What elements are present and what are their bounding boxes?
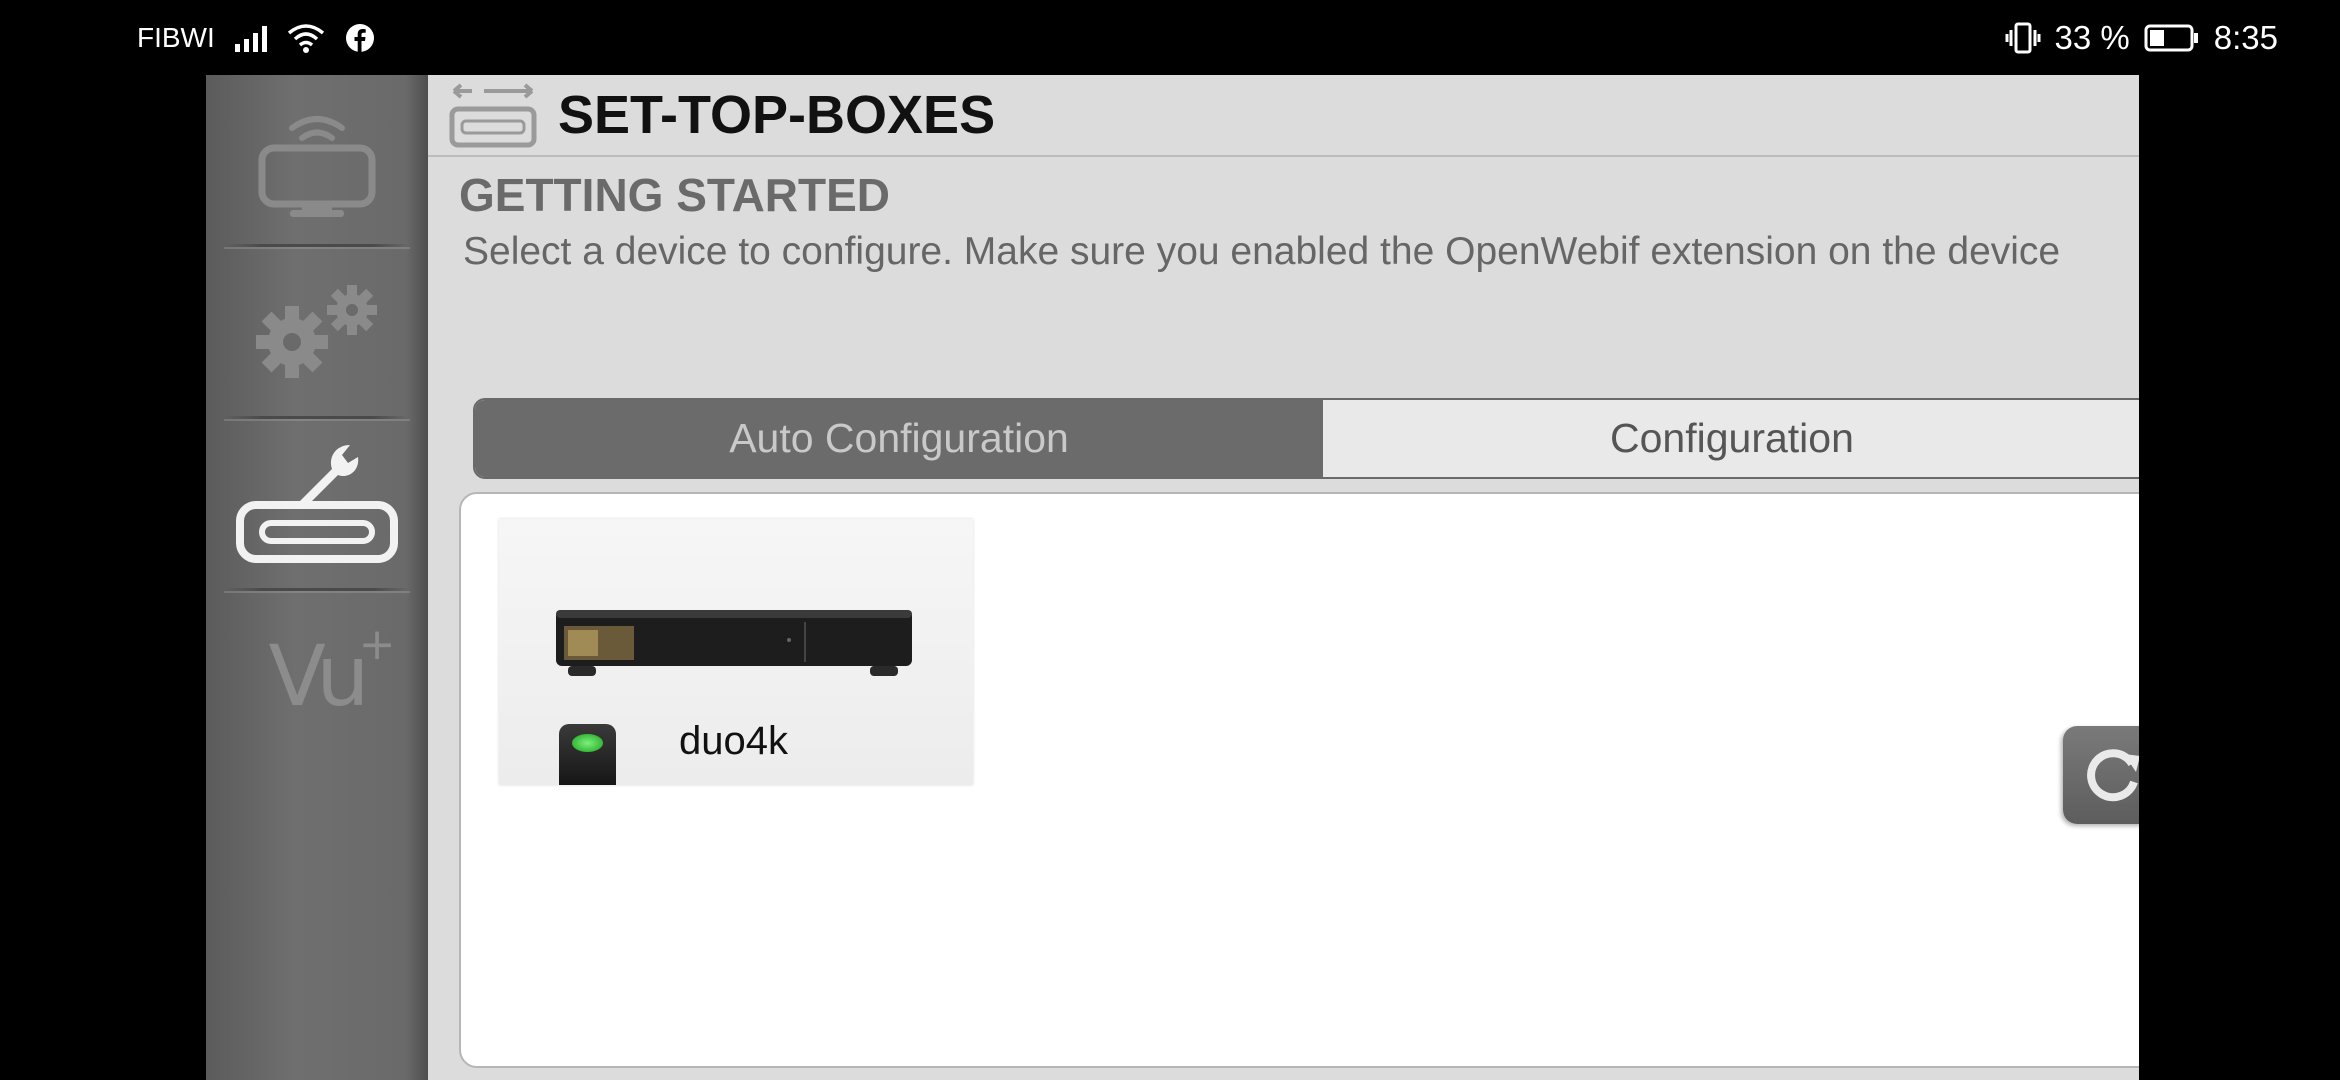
- main-content: SET-TOP-BOXES GETTING STARTED Select a d…: [428, 75, 2139, 1080]
- set-top-box-swap-icon: [449, 83, 537, 148]
- title-bar: SET-TOP-BOXES: [428, 75, 2139, 157]
- vu-logo-icon: Vu +: [268, 619, 396, 725]
- clock: 8:35: [2213, 18, 2278, 56]
- sidebar-item-vu-plus[interactable]: Vu +: [206, 591, 428, 761]
- set-top-box-image: [556, 610, 912, 676]
- section-title: GETTING STARTED: [459, 169, 891, 221]
- tab-auto-configuration[interactable]: Auto Configuration: [475, 400, 1323, 477]
- vibrate-icon: [2005, 22, 2041, 53]
- sidebar-item-remote[interactable]: [206, 75, 428, 245]
- tab-label: Auto Configuration: [729, 415, 1069, 461]
- refresh-button[interactable]: [2063, 726, 2139, 824]
- signal-icon: [234, 24, 267, 52]
- instruction-text: Select a device to configure. Make sure …: [463, 230, 2061, 273]
- sidebar-item-set-top-boxes[interactable]: [206, 419, 428, 589]
- config-tabs: Auto Configuration Configuration: [473, 398, 2139, 479]
- gears-icon: [256, 285, 377, 378]
- app-window: Vu + SET-TOP-BOXES GETTING STARTED Select…: [206, 75, 2139, 1080]
- tab-label: Configuration: [1610, 415, 1854, 461]
- tab-configuration[interactable]: Configuration: [1323, 400, 2139, 477]
- status-left: FIBWI: [137, 0, 375, 75]
- sidebar-item-settings[interactable]: [206, 247, 428, 417]
- device-status-indicator: [559, 724, 616, 785]
- status-right: 33 % 8:35: [2005, 0, 2278, 75]
- sidebar: Vu +: [206, 75, 428, 1080]
- facebook-icon: [345, 23, 374, 52]
- status-bar: FIBWI 33 % 8:35: [0, 0, 2340, 75]
- device-list-panel: duo4k: [459, 492, 2139, 1068]
- battery-percent: 33 %: [2054, 18, 2130, 56]
- device-card[interactable]: duo4k: [499, 519, 973, 785]
- refresh-icon: [2087, 749, 2139, 802]
- device-name: duo4k: [679, 719, 788, 763]
- tv-wifi-icon: [258, 116, 376, 217]
- wrench-box-icon: [236, 445, 398, 563]
- page-title: SET-TOP-BOXES: [558, 85, 996, 145]
- carrier-label: FIBWI: [137, 21, 215, 53]
- wifi-icon: [287, 23, 324, 53]
- battery-icon: [2144, 24, 2198, 51]
